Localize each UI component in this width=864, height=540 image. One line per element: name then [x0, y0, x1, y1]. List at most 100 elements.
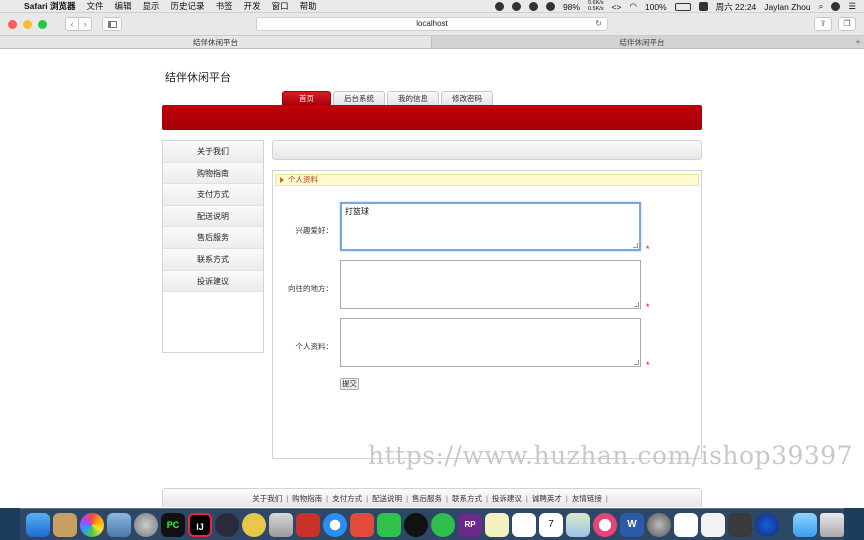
- intellij-icon[interactable]: IJ: [188, 512, 212, 537]
- menu-bookmarks[interactable]: 书签: [216, 0, 233, 12]
- tab-1[interactable]: 结伴休闲平台: [0, 36, 432, 48]
- menu-edit[interactable]: 编辑: [115, 0, 132, 12]
- menubar-status-area: 98% 0.6K/s 0.5K/s <> ◠ 100% 周六 22:24 Jay…: [494, 0, 856, 13]
- user-name[interactable]: Jaylan Zhou: [764, 2, 810, 12]
- footer-link-contact[interactable]: 联系方式: [452, 493, 482, 504]
- main-nav: 首页 后台系统 我的信息 修改密码: [282, 91, 493, 105]
- footer-links: 关于我们 | 购物指南 | 支付方式 | 配送说明 | 售后服务 | 联系方式 | 投诉建议…: [162, 488, 702, 507]
- calendar-icon[interactable]: 7: [539, 512, 563, 537]
- profile-required-mark: *: [646, 360, 650, 370]
- sidebar-item-after-sales[interactable]: 售后服务: [163, 227, 263, 249]
- safari-icon[interactable]: [323, 512, 347, 537]
- menu-view[interactable]: 显示: [143, 0, 160, 12]
- sidebar-item-payment[interactable]: 支付方式: [163, 184, 263, 206]
- menu-develop[interactable]: 开发: [244, 0, 261, 12]
- tab-2[interactable]: 结伴休闲平台: [432, 36, 852, 48]
- preferences-icon[interactable]: [647, 512, 671, 537]
- resize-grip-icon[interactable]: [634, 360, 639, 365]
- reminders-icon[interactable]: [512, 512, 536, 537]
- footer-link-friends[interactable]: 友情链接: [572, 493, 602, 504]
- tab-overview-icon[interactable]: ❐: [838, 17, 856, 31]
- sublime-icon[interactable]: [215, 512, 239, 537]
- redis-icon[interactable]: [296, 512, 320, 537]
- menu-file[interactable]: 文件: [87, 0, 104, 12]
- nav-admin[interactable]: 后台系统: [333, 91, 385, 105]
- nav-home[interactable]: 首页: [282, 91, 331, 105]
- word-icon[interactable]: W: [620, 512, 644, 537]
- music-app-icon[interactable]: [431, 512, 455, 537]
- pycharm-icon[interactable]: PC: [161, 512, 185, 537]
- address-bar[interactable]: localhost ↻: [256, 17, 608, 31]
- notification-icon[interactable]: [528, 2, 538, 11]
- fullscreen-window-button[interactable]: [38, 19, 47, 29]
- siri-icon[interactable]: [831, 2, 841, 11]
- sidebar-toggle-button[interactable]: [102, 17, 122, 31]
- sidebar-item-about[interactable]: 关于我们: [163, 141, 263, 163]
- close-window-button[interactable]: [8, 19, 17, 29]
- clock[interactable]: 周六 22:24: [716, 1, 757, 13]
- baidu-disk-icon[interactable]: [674, 512, 698, 537]
- resize-grip-icon[interactable]: [634, 302, 639, 307]
- cyberduck-icon[interactable]: [242, 512, 266, 537]
- footer-link-careers[interactable]: 诚聘英才: [532, 493, 562, 504]
- new-tab-button[interactable]: +: [852, 36, 864, 48]
- sidebar-item-contact[interactable]: 联系方式: [163, 248, 263, 271]
- place-textarea[interactable]: [340, 260, 641, 309]
- footer-link-payment[interactable]: 支付方式: [332, 493, 362, 504]
- resize-grip-icon[interactable]: [633, 243, 638, 248]
- browser-icon[interactable]: [755, 512, 779, 537]
- notes-icon[interactable]: [53, 512, 77, 537]
- notification-center-icon[interactable]: ☰: [848, 1, 856, 12]
- axure-rp-icon[interactable]: RP: [458, 512, 482, 537]
- sublime-text-icon[interactable]: [728, 512, 752, 537]
- footer-link-delivery[interactable]: 配送说明: [372, 493, 402, 504]
- footer-link-about[interactable]: 关于我们: [252, 493, 282, 504]
- footer-link-complaints[interactable]: 投诉建议: [492, 493, 522, 504]
- maps-icon[interactable]: [566, 512, 590, 537]
- spotlight-search-icon[interactable]: ⌕: [819, 1, 824, 12]
- folder-icon[interactable]: [793, 512, 817, 537]
- forward-arrow-icon[interactable]: ›: [79, 18, 91, 30]
- input-method-icon[interactable]: [698, 2, 708, 11]
- trash-icon[interactable]: [820, 512, 844, 537]
- menu-app-name[interactable]: Safari 浏览器: [24, 0, 76, 12]
- share-icon[interactable]: ⇪: [814, 17, 832, 31]
- wifi-icon[interactable]: ◠: [629, 1, 636, 12]
- photos-icon[interactable]: [80, 512, 104, 537]
- sidebar-item-delivery[interactable]: 配送说明: [163, 205, 263, 228]
- battery-icon[interactable]: [674, 2, 691, 11]
- nav-my-info[interactable]: 我的信息: [387, 91, 439, 105]
- wechat-status-icon[interactable]: [511, 2, 521, 11]
- preview-icon[interactable]: [107, 512, 131, 537]
- record-icon[interactable]: [494, 2, 504, 11]
- menu-history[interactable]: 历史记录: [171, 0, 205, 12]
- submit-button[interactable]: 提交: [340, 378, 359, 390]
- cpu-ring-icon[interactable]: [545, 2, 555, 11]
- launchpad-icon[interactable]: [134, 512, 158, 537]
- back-arrow-icon[interactable]: ‹: [66, 18, 79, 30]
- nav-change-password[interactable]: 修改密码: [441, 91, 493, 105]
- footer-sep: |: [286, 493, 289, 503]
- panel-title: 个人资料: [275, 174, 699, 186]
- place-required-mark: *: [646, 302, 650, 312]
- qq-icon[interactable]: [404, 512, 428, 537]
- stickies-icon[interactable]: [485, 512, 509, 537]
- minimize-window-button[interactable]: [23, 19, 32, 29]
- sidebar-item-shopping-guide[interactable]: 购物指南: [163, 162, 263, 185]
- finder-icon[interactable]: [26, 512, 50, 537]
- triangle-right-icon: [280, 177, 284, 183]
- menu-window[interactable]: 窗口: [272, 0, 289, 12]
- sequel-icon[interactable]: [269, 512, 293, 537]
- reload-icon[interactable]: ↻: [595, 18, 602, 30]
- profile-textarea[interactable]: [340, 318, 641, 367]
- hobby-textarea[interactable]: 打篮球: [340, 202, 641, 251]
- wechat-icon[interactable]: [377, 512, 401, 537]
- sidebar-item-complaints[interactable]: 投诉建议: [163, 270, 263, 293]
- code-icon[interactable]: <>: [612, 2, 622, 12]
- footer-link-shopping-guide[interactable]: 购物指南: [292, 493, 322, 504]
- remote-icon[interactable]: [350, 512, 374, 537]
- footer-link-after-sales[interactable]: 售后服务: [412, 493, 442, 504]
- itunes-icon[interactable]: [593, 512, 617, 537]
- menu-help[interactable]: 帮助: [300, 0, 317, 12]
- textedit-icon[interactable]: [701, 512, 725, 537]
